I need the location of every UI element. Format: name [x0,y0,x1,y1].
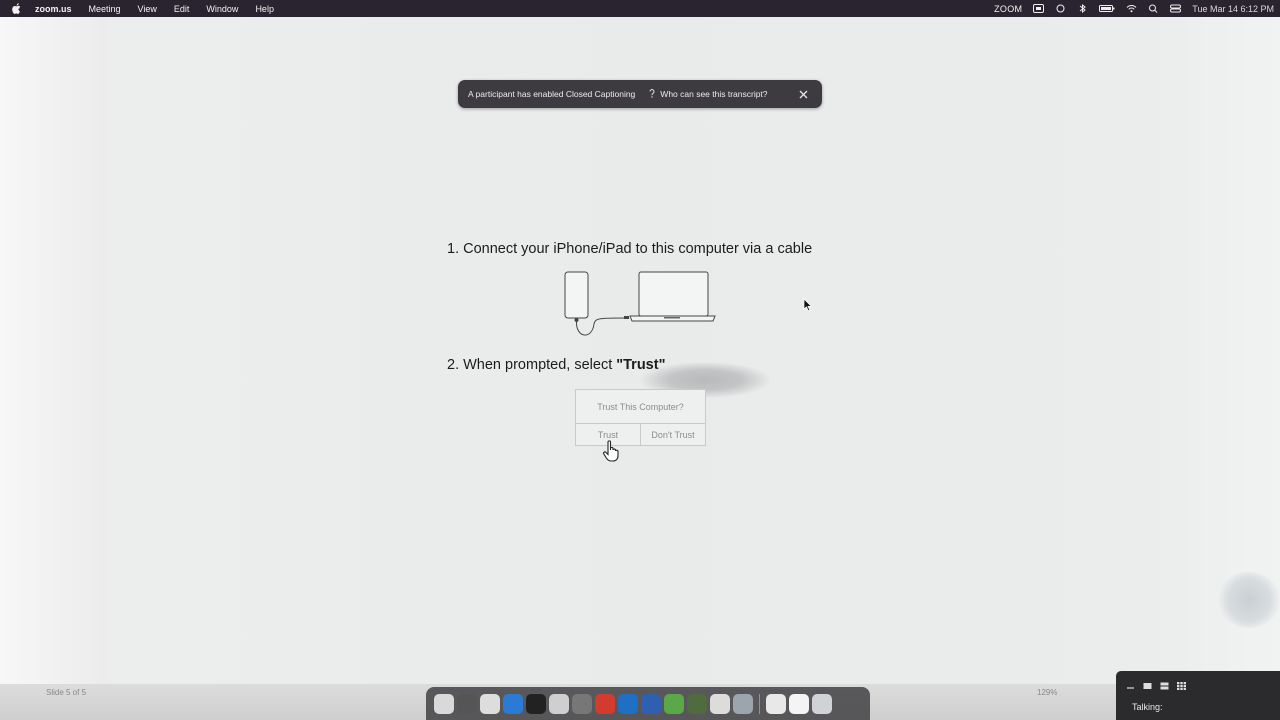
strip-view-icon[interactable] [1160,677,1169,690]
step-two-text: 2. When prompted, select "Trust" [447,357,665,373]
app-menu[interactable]: zoom.us [35,4,72,14]
vim-icon[interactable] [664,693,684,714]
acrobat-icon[interactable] [595,693,615,714]
close-banner-icon[interactable] [798,89,808,99]
phone-laptop-illustration [564,271,716,336]
menu-meeting[interactable]: Meeting [89,4,121,14]
trust-computer-dialog: Trust This Computer? Trust Don't Trust [575,389,706,446]
menubar-clock[interactable]: Tue Mar 14 6:12 PM [1192,4,1274,14]
chrome-icon[interactable] [480,693,500,714]
menu-view[interactable]: View [138,4,157,14]
dock [426,687,870,720]
gallery-view-icon[interactable] [1177,677,1186,690]
talking-label: Talking: [1132,702,1163,712]
dock-separator [759,693,760,714]
minimize-icon[interactable] [1126,677,1135,689]
zoom-level[interactable]: 129% [1037,688,1057,697]
talking-panel: Talking: [1116,671,1280,720]
mouse-cursor-icon [803,298,812,312]
sync-icon[interactable] [1055,4,1066,13]
menu-bar: zoom.us Meeting View Edit Window Help ZO… [0,0,1280,17]
question-icon [649,88,655,100]
step-one-text: 1. Connect your iPhone/iPad to this comp… [447,241,813,257]
caption-banner-message: A participant has enabled Closed Caption… [468,89,636,99]
battery-icon[interactable] [1099,4,1115,13]
trust-dialog-question: Trust This Computer? [576,390,705,424]
quicktime-icon[interactable] [733,693,753,714]
step-two-prefix: 2. When prompted, select [447,357,617,373]
menu-window[interactable]: Window [206,4,238,14]
outlook-icon[interactable] [618,693,638,714]
search-icon[interactable] [1148,4,1159,13]
menu-help[interactable]: Help [255,4,274,14]
transcript-info-link[interactable]: Who can see this transcript? [649,88,768,100]
closed-caption-banner: A participant has enabled Closed Caption… [458,80,822,108]
documents-icon[interactable] [766,693,786,714]
wifi-icon[interactable] [1126,4,1137,13]
camera-preview-blur [1218,572,1280,628]
input-source-icon[interactable] [1033,4,1045,13]
trash-icon[interactable] [812,693,832,714]
preview-icon[interactable] [549,693,569,714]
slide-counter: Slide 5 of 5 [46,688,87,697]
calculator-icon[interactable] [572,693,592,714]
launchpad-icon[interactable] [457,693,477,714]
menu-edit[interactable]: Edit [174,4,190,14]
single-view-icon[interactable] [1143,677,1152,689]
dont-trust-button[interactable]: Don't Trust [640,424,705,445]
zoom-status-item[interactable]: ZOOM [994,4,1022,14]
klokki-icon[interactable] [687,693,707,714]
hand-pointer-icon [603,440,619,462]
transcript-link-label: Who can see this transcript? [660,89,768,99]
bluetooth-icon[interactable] [1077,3,1088,14]
word-icon[interactable] [641,693,661,714]
control-center-icon[interactable] [1170,4,1182,13]
desktop-icon[interactable] [789,693,809,714]
apple-menu-icon[interactable] [12,3,22,14]
blurred-left-edge [0,17,130,687]
finder-icon[interactable] [434,693,454,714]
keychain-icon[interactable] [710,693,730,714]
shared-slide-area [0,17,1280,687]
terminal-icon[interactable] [526,693,546,714]
vscode-icon[interactable] [503,693,523,714]
